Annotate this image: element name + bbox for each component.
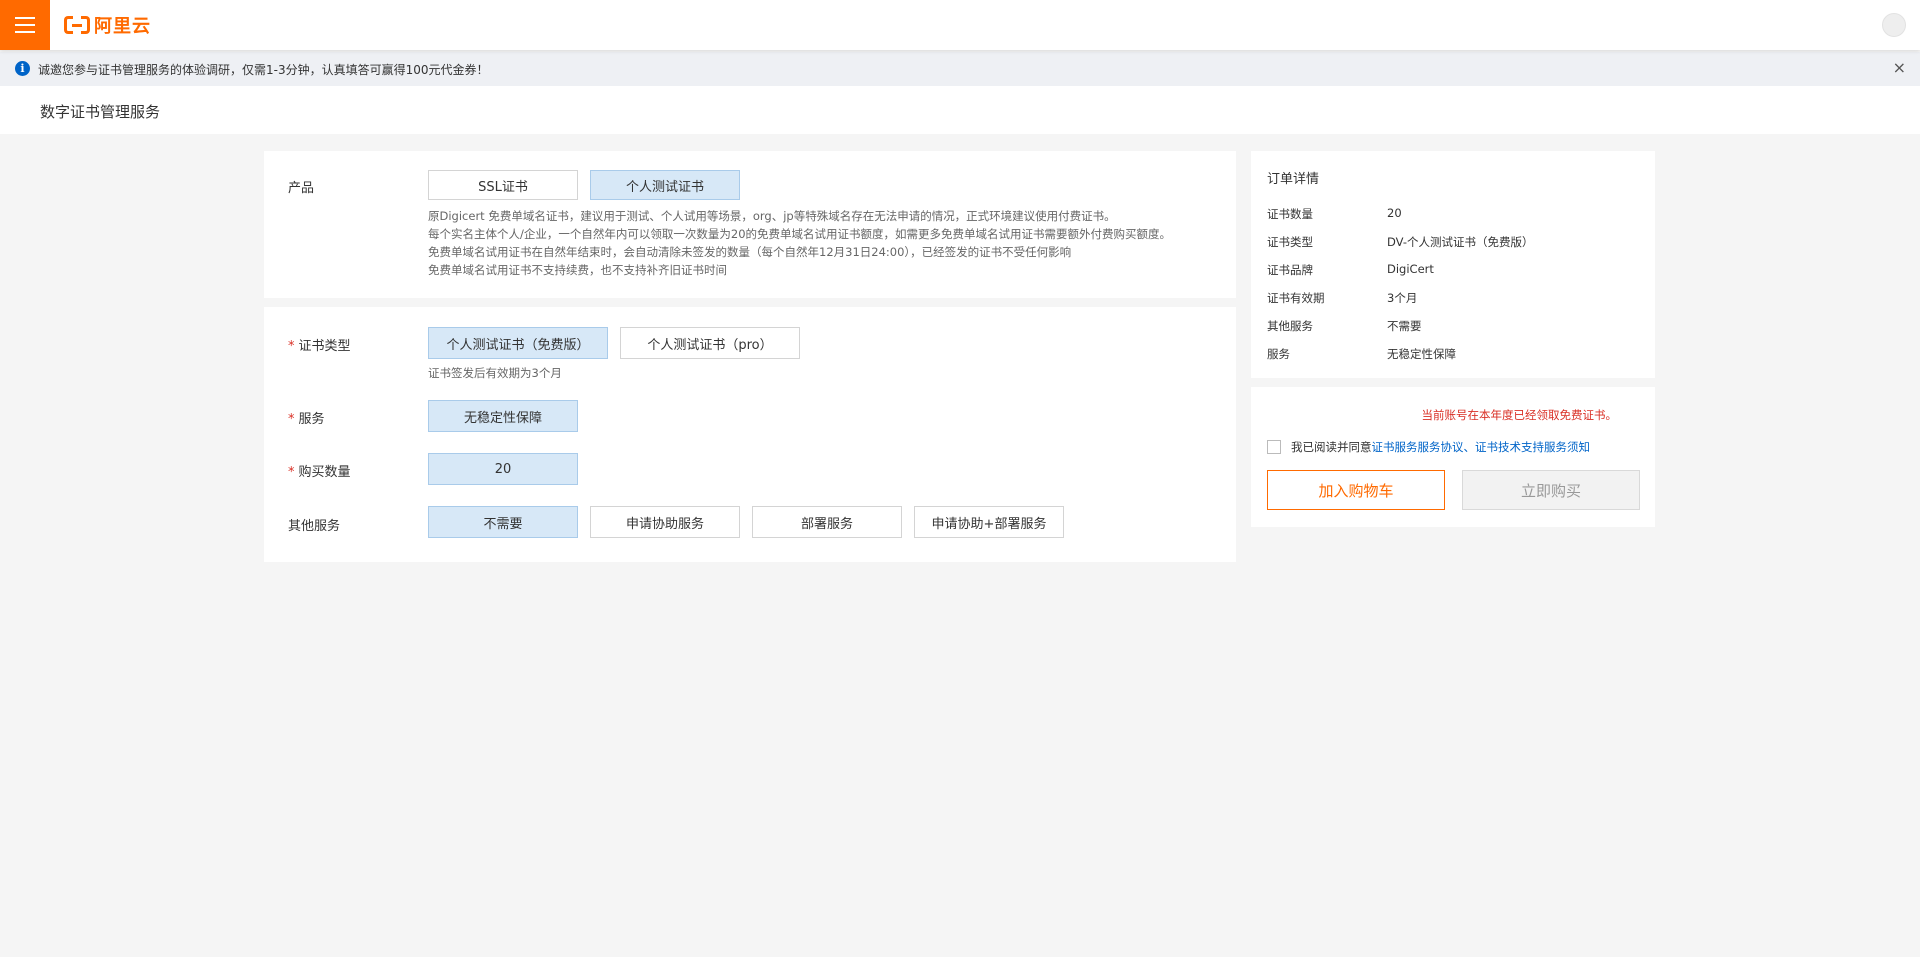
other-services-label: 其他服务	[288, 519, 341, 534]
option-apply-assist[interactable]: 申请协助服务	[590, 506, 740, 538]
required-mark: *	[288, 412, 295, 427]
survey-notice-bar: i 诚邀您参与证书管理服务的体验调研，仅需1-3分钟，认真填答可赢得100元代金…	[0, 52, 1920, 86]
required-mark: *	[288, 339, 295, 354]
hamburger-menu-icon[interactable]	[0, 0, 50, 50]
support-terms-link[interactable]: 证书技术支持服务须知	[1475, 439, 1590, 455]
option-cert-free[interactable]: 个人测试证书（免费版）	[428, 327, 608, 359]
order-row-value: 不需要	[1387, 319, 1422, 333]
description-line: 每个实名主体个人/企业，一个自然年内可以领取一次数量为20的免费单域名试用证书额…	[428, 227, 1172, 241]
order-row-key: 服务	[1267, 347, 1290, 361]
agree-text: 我已阅读并同意	[1291, 440, 1372, 454]
product-card: 产品 SSL证书 个人测试证书 原Digicert 免费单域名证书，建议用于测试…	[264, 151, 1236, 298]
brand-name: 阿里云	[94, 16, 151, 37]
service-agreement-link[interactable]: 证书服务服务协议	[1372, 439, 1464, 455]
add-to-cart-button[interactable]: 加入购物车	[1267, 470, 1445, 510]
info-icon: i	[15, 61, 30, 76]
option-no-stability-guarantee[interactable]: 无稳定性保障	[428, 400, 578, 432]
option-quantity-20[interactable]: 20	[428, 453, 578, 485]
page-header: 数字证书管理服务	[0, 86, 1920, 134]
order-row-value: 3个月	[1387, 291, 1418, 305]
option-not-needed[interactable]: 不需要	[428, 506, 578, 538]
order-details-card: 订单详情 证书数量 20 证书类型 DV-个人测试证书（免费版） 证书品牌 Di…	[1251, 151, 1655, 378]
required-mark: *	[288, 465, 295, 480]
purchase-card: 当前账号在本年度已经领取免费证书。 我已阅读并同意 证书服务服务协议 、 证书技…	[1251, 387, 1655, 527]
cert-validity-hint: 证书签发后有效期为3个月	[428, 366, 562, 380]
config-card: * 证书类型 个人测试证书（免费版） 个人测试证书（pro） 证书签发后有效期为3…	[264, 307, 1236, 562]
agree-checkbox[interactable]	[1267, 440, 1281, 454]
description-line: 免费单域名试用证书在自然年结束时，会自动清除未签发的数量（每个自然年12月31日…	[428, 245, 1072, 259]
service-label-text: 服务	[298, 412, 325, 427]
order-row-value: 无稳定性保障	[1387, 347, 1456, 361]
close-icon[interactable]: ×	[1893, 60, 1906, 76]
order-row-key: 证书品牌	[1267, 263, 1313, 277]
agreement-row: 我已阅读并同意 证书服务服务协议 、 证书技术支持服务须知	[1267, 439, 1590, 455]
order-row-value: DV-个人测试证书（免费版）	[1387, 235, 1534, 249]
free-cert-warning: 当前账号在本年度已经领取免费证书。	[1421, 408, 1618, 422]
aliyun-logo-icon	[64, 16, 90, 34]
order-row-key: 证书有效期	[1267, 291, 1325, 305]
option-personal-test-cert[interactable]: 个人测试证书	[590, 170, 740, 200]
option-assist-and-deploy[interactable]: 申请协助+部署服务	[914, 506, 1064, 538]
notice-text: 诚邀您参与证书管理服务的体验调研，仅需1-3分钟，认真填答可赢得100元代金券！	[38, 63, 489, 77]
order-row-key: 证书类型	[1267, 235, 1313, 249]
page-title: 数字证书管理服务	[40, 103, 161, 121]
option-cert-pro[interactable]: 个人测试证书（pro）	[620, 327, 800, 359]
description-line: 免费单域名试用证书不支持续费，也不支持补齐旧证书时间	[428, 263, 727, 277]
service-label: * 服务	[288, 408, 325, 427]
description-line: 原Digicert 免费单域名证书，建议用于测试、个人试用等场景，org、jp等…	[428, 209, 1116, 223]
cert-type-label: * 证书类型	[288, 335, 351, 354]
cert-type-label-text: 证书类型	[298, 339, 351, 354]
aliyun-logo[interactable]: 阿里云	[64, 14, 151, 37]
buy-now-button[interactable]: 立即购买	[1462, 470, 1640, 510]
order-row-key: 证书数量	[1267, 207, 1313, 221]
top-navigation-bar: 阿里云	[0, 0, 1920, 50]
agree-separator: 、	[1463, 440, 1476, 454]
option-deploy-service[interactable]: 部署服务	[752, 506, 902, 538]
quantity-label-text: 购买数量	[298, 465, 351, 480]
product-description: 原Digicert 免费单域名证书，建议用于测试、个人试用等场景，org、jp等…	[428, 207, 1228, 279]
order-row-value: DigiCert	[1387, 262, 1434, 276]
user-avatar-icon[interactable]	[1882, 13, 1906, 37]
order-row-key: 其他服务	[1267, 319, 1313, 333]
quantity-label: * 购买数量	[288, 461, 351, 480]
product-label: 产品	[288, 181, 315, 196]
order-row-value: 20	[1387, 206, 1402, 220]
order-details-title: 订单详情	[1267, 172, 1320, 187]
option-ssl-cert[interactable]: SSL证书	[428, 170, 578, 200]
